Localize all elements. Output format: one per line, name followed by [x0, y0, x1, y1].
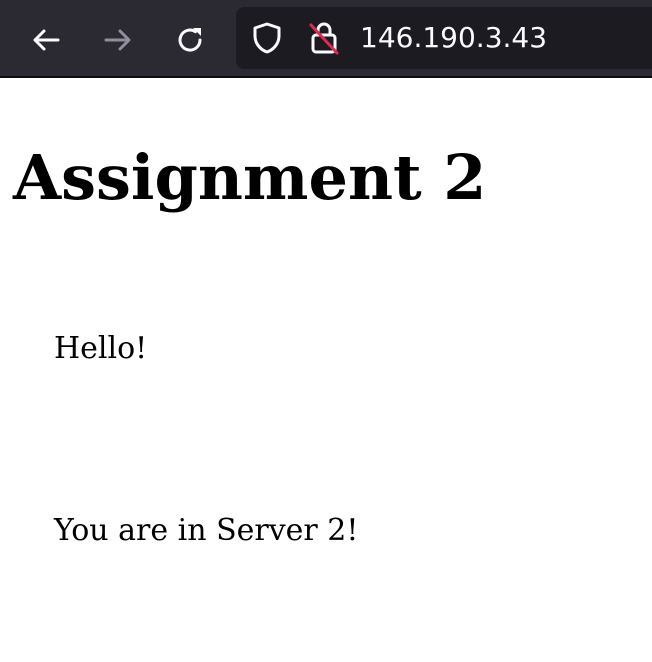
url-bar[interactable]: 146.190.3.43: [236, 7, 652, 69]
lock-strikethrough-icon[interactable]: [306, 20, 342, 56]
server-paragraph: You are in Server 2!: [54, 513, 359, 548]
reload-icon: [178, 28, 202, 52]
page-title: Assignment 2: [13, 141, 487, 214]
reload-button[interactable]: [171, 21, 209, 59]
hello-paragraph: Hello!: [54, 331, 148, 366]
arrow-right-icon: [104, 29, 131, 51]
back-button[interactable]: [27, 21, 65, 59]
forward-button[interactable]: [99, 21, 137, 59]
shield-icon[interactable]: [250, 21, 284, 55]
browser-toolbar: 146.190.3.43: [0, 0, 652, 78]
page-content: Assignment 2 Hello! You are in Server 2!: [0, 80, 652, 662]
url-text[interactable]: 146.190.3.43: [360, 21, 547, 55]
arrow-left-icon: [33, 29, 60, 51]
